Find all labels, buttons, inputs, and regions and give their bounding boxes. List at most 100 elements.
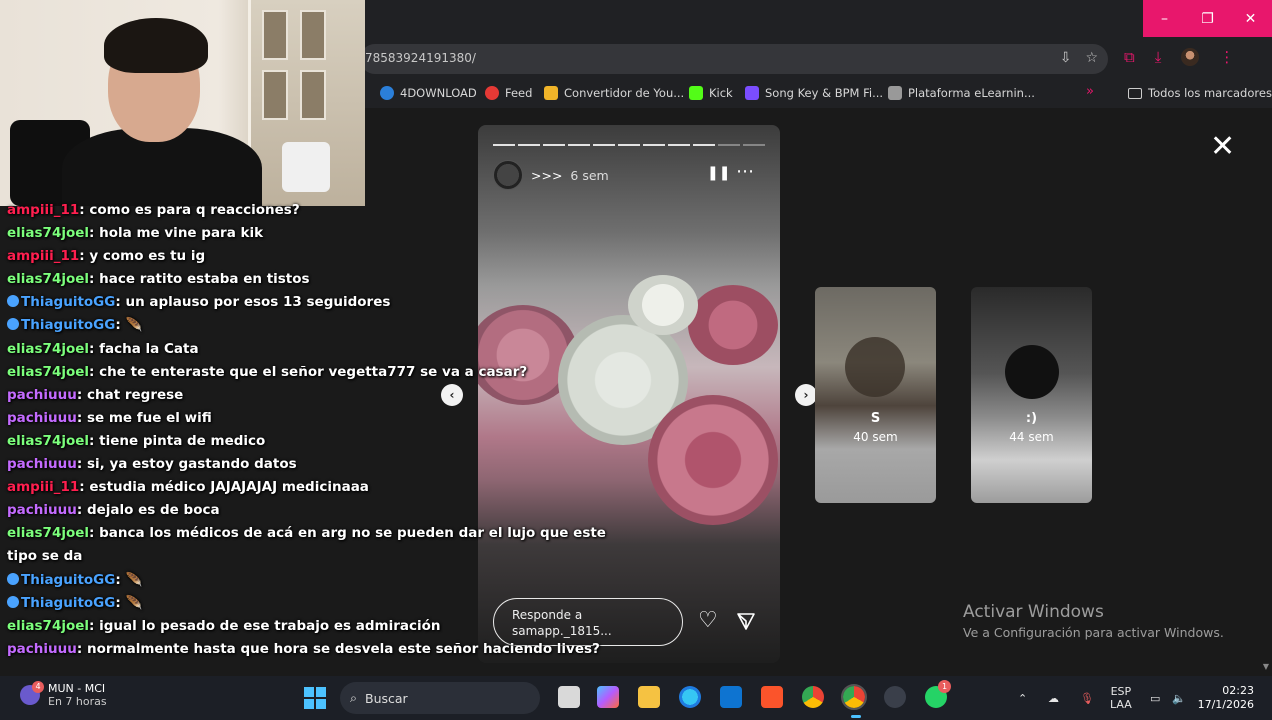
chat-separator: : (79, 248, 90, 265)
chat-username[interactable]: elias74joel (7, 433, 89, 449)
taskbar-clock[interactable]: 02:23 17/1/2026 (1194, 684, 1254, 712)
story-progress-bar (493, 144, 765, 146)
network-icon[interactable]: ▭ (1150, 676, 1160, 720)
scroll-down-arrow[interactable]: ▼ (1263, 662, 1269, 671)
start-button[interactable] (304, 687, 326, 709)
send-icon[interactable] (736, 611, 756, 631)
chat-message-text: como es para q reacciones? (89, 202, 300, 218)
taskbar-search[interactable]: ⌕ Buscar (340, 682, 540, 714)
edge-icon[interactable] (679, 686, 701, 708)
obs-icon[interactable] (884, 686, 906, 708)
chat-username[interactable]: pachiuuu (7, 410, 77, 426)
store-icon[interactable] (720, 686, 742, 708)
chat-username[interactable]: elias74joel (7, 525, 89, 541)
show-hidden-icons[interactable]: ⌃ (1018, 676, 1027, 720)
chat-message-text: hola me vine para kik (99, 225, 264, 242)
story-username[interactable]: >>> (531, 168, 562, 183)
chat-username[interactable]: pachiuuu (7, 456, 77, 472)
install-app-icon[interactable]: ⇩ (1060, 50, 1072, 66)
chat-message: ThiaguitoGG: 🪶 (7, 592, 607, 615)
chat-separator: : (89, 363, 100, 380)
bookmark-song-key[interactable]: Song Key & BPM Fi... (745, 86, 883, 100)
downloads-icon[interactable]: ⤓ (1155, 48, 1162, 66)
chat-message: elias74joel: hace ratito estaba en tisto… (7, 268, 607, 291)
chat-username[interactable]: ampiii_11 (7, 202, 79, 218)
chat-username[interactable]: ThiaguitoGG (21, 595, 115, 611)
menu-icon[interactable]: ⋮ (1219, 48, 1234, 66)
bookmark-plataforma[interactable]: Plataforma eLearnin... (888, 86, 1035, 100)
screen: – ❐ ✕ 78583924191380/ ⇩ ☆ ⧉ ⤓ ⋮ 4DOWNLOA… (0, 0, 1272, 720)
file-explorer-icon[interactable] (638, 686, 660, 708)
chat-username[interactable]: elias74joel (7, 618, 89, 634)
bookmark-4download[interactable]: 4DOWNLOAD (380, 86, 477, 100)
chat-username[interactable]: ThiaguitoGG (21, 572, 115, 588)
volume-icon[interactable]: 🔈 (1172, 676, 1186, 720)
chat-message: ThiaguitoGG: 🪶 (7, 569, 607, 592)
bookmarks-overflow-button[interactable]: » (1086, 84, 1094, 99)
address-bar[interactable]: 78583924191380/ ⇩ ☆ (360, 44, 1108, 74)
story-photo-rose (688, 285, 778, 365)
maximize-button[interactable]: ❐ (1186, 0, 1229, 37)
chat-badge-icon (7, 572, 19, 585)
microphone-icon[interactable]: 🎙 (1080, 676, 1094, 720)
onedrive-icon[interactable]: ☁ (1048, 676, 1059, 720)
task-view-icon[interactable] (558, 686, 580, 708)
chat-username[interactable]: pachiuuu (7, 641, 77, 657)
chat-separator: : (115, 571, 126, 588)
bookmark-feed[interactable]: Feed (485, 86, 532, 100)
chat-emote-icon: 🪶 (125, 594, 143, 611)
brave-icon[interactable] (761, 686, 783, 708)
chat-message-text: hace ratito estaba en tistos (99, 271, 310, 288)
chat-username[interactable]: elias74joel (7, 341, 89, 357)
pause-icon[interactable]: ❚❚ (707, 165, 730, 181)
chat-badge-icon (7, 295, 19, 308)
chrome-active-icon[interactable] (841, 684, 867, 710)
chat-username[interactable]: elias74joel (7, 271, 89, 287)
chat-username[interactable]: elias74joel (7, 364, 89, 380)
story-timestamp: 6 sem (570, 167, 609, 183)
more-options-icon[interactable]: ⋯ (736, 161, 755, 182)
weather-widget[interactable]: 4 MUN - MCI En 7 horas (20, 681, 107, 708)
chat-message: elias74joel: facha la Cata (7, 338, 607, 361)
window-controls: – ❐ ✕ (1143, 0, 1272, 37)
extensions-icon[interactable]: ⧉ (1124, 48, 1135, 66)
bookmark-convertidor[interactable]: Convertidor de You... (544, 86, 684, 100)
chat-separator: : (115, 317, 126, 334)
chat-username[interactable]: ampiii_11 (7, 248, 79, 264)
story-author-avatar[interactable] (493, 160, 523, 190)
chat-emote-icon: 🪶 (125, 571, 143, 588)
whatsapp-badge: 1 (938, 680, 951, 693)
close-stories-button[interactable]: ✕ (1210, 132, 1235, 162)
chat-username[interactable]: elias74joel (7, 225, 89, 241)
chat-username[interactable]: ampiii_11 (7, 479, 79, 495)
chat-message-text: igual lo pesado de ese trabajo es admira… (99, 617, 441, 634)
chat-username[interactable]: pachiuuu (7, 387, 77, 403)
bookmark-star-icon[interactable]: ☆ (1085, 50, 1098, 66)
chat-username[interactable]: ThiaguitoGG (21, 317, 115, 333)
side-story-2[interactable]: :) 44 sem (971, 287, 1092, 503)
chat-message: elias74joel: che te enteraste que el señ… (7, 361, 607, 384)
url-text[interactable]: 78583924191380/ (365, 51, 476, 65)
bookmark-kick[interactable]: Kick (689, 86, 733, 100)
side-story-time: 40 sem (853, 430, 898, 444)
webcam-background-device (282, 142, 330, 192)
minimize-button[interactable]: – (1143, 0, 1186, 37)
chat-username[interactable]: ThiaguitoGG (21, 294, 115, 310)
side-story-1[interactable]: S 40 sem (815, 287, 936, 503)
all-bookmarks-folder[interactable]: Todos los marcadores (1128, 86, 1272, 100)
chrome-icon[interactable] (802, 686, 824, 708)
chat-message: pachiuuu: chat regrese (7, 384, 607, 407)
chat-message: ampiii_11: estudia médico JAJAJAJAJ medi… (7, 476, 607, 499)
chat-message: ThiaguitoGG: un aplauso por esos 13 segu… (7, 291, 607, 314)
language-indicator[interactable]: ESP LAA (1110, 676, 1132, 720)
profile-avatar[interactable] (1181, 48, 1200, 66)
chat-message: elias74joel: hola me vine para kik (7, 222, 607, 245)
windows-taskbar: 4 MUN - MCI En 7 horas ⌕ Buscar 1 ⌃ ☁ 🎙 (0, 676, 1272, 720)
heart-icon[interactable]: ♡ (698, 610, 718, 632)
chat-username[interactable]: pachiuuu (7, 502, 77, 518)
next-story-button[interactable]: › (795, 384, 817, 406)
whatsapp-icon[interactable]: 1 (925, 680, 951, 708)
chat-message-text: chat regrese (86, 386, 184, 403)
close-window-button[interactable]: ✕ (1229, 0, 1272, 37)
microsoft365-icon[interactable] (597, 686, 619, 708)
